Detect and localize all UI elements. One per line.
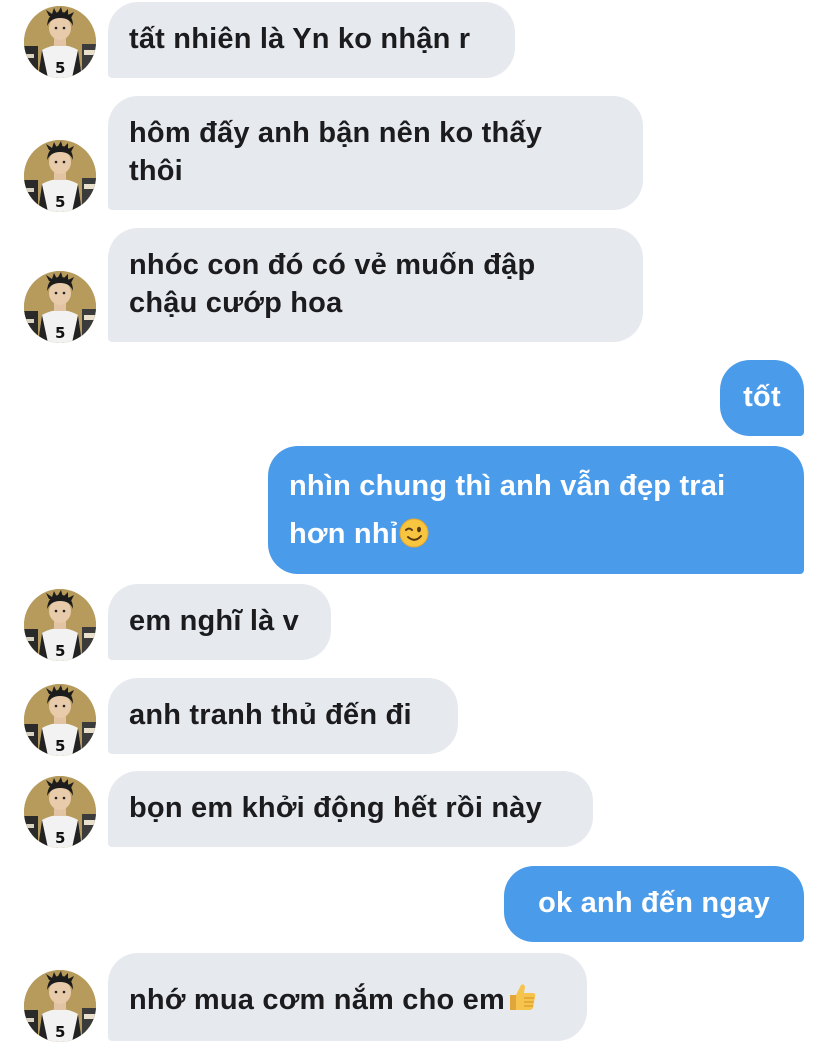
message-text-line: hơn nhỉ bbox=[289, 518, 398, 550]
message-text: tất nhiên là Yn ko nhận r bbox=[129, 23, 471, 55]
message-text-line: hôm đấy anh bận nên ko thấy bbox=[129, 117, 543, 149]
outgoing-message[interactable]: tốt bbox=[720, 360, 804, 436]
message-text: em nghĩ là v bbox=[129, 605, 299, 637]
message-text: bọn em khởi động hết rồi này bbox=[129, 792, 542, 824]
contact-avatar[interactable] bbox=[24, 776, 96, 848]
contact-avatar[interactable] bbox=[24, 589, 96, 661]
incoming-message[interactable]: nhóc con đó có vẻ muốn đập chậu cướp hoa bbox=[108, 228, 643, 342]
message-text-line: nhìn chung thì anh vẫn đẹp trai bbox=[289, 470, 726, 502]
contact-avatar[interactable] bbox=[24, 140, 96, 212]
message-text: anh tranh thủ đến đi bbox=[129, 699, 412, 731]
incoming-message[interactable]: bọn em khởi động hết rồi này bbox=[108, 771, 593, 847]
incoming-message[interactable]: nhớ mua cơm nắm cho em bbox=[108, 953, 587, 1041]
message-text: tốt bbox=[743, 381, 781, 413]
outgoing-message[interactable]: ok anh đến ngay bbox=[504, 866, 804, 942]
message-text: nhớ mua cơm nắm cho em bbox=[129, 984, 505, 1016]
winking-face-emoji bbox=[399, 518, 429, 548]
message-text: ok anh đến ngay bbox=[538, 887, 770, 919]
thumbs-up-emoji bbox=[510, 984, 536, 1010]
incoming-message[interactable]: hôm đấy anh bận nên ko thấy thôi bbox=[108, 96, 643, 210]
contact-avatar[interactable] bbox=[24, 6, 96, 78]
contact-avatar[interactable] bbox=[24, 970, 96, 1042]
outgoing-message[interactable]: nhìn chung thì anh vẫn đẹp trai hơn nhỉ bbox=[268, 446, 804, 574]
contact-avatar[interactable] bbox=[24, 271, 96, 343]
message-text-line: nhóc con đó có vẻ muốn đập bbox=[129, 249, 536, 281]
message-text-line: chậu cướp hoa bbox=[129, 287, 343, 319]
incoming-message[interactable]: anh tranh thủ đến đi bbox=[108, 678, 458, 754]
message-text-line: thôi bbox=[129, 155, 183, 187]
incoming-message[interactable]: em nghĩ là v bbox=[108, 584, 331, 660]
incoming-message[interactable]: tất nhiên là Yn ko nhận r bbox=[108, 2, 515, 78]
contact-avatar[interactable] bbox=[24, 684, 96, 756]
